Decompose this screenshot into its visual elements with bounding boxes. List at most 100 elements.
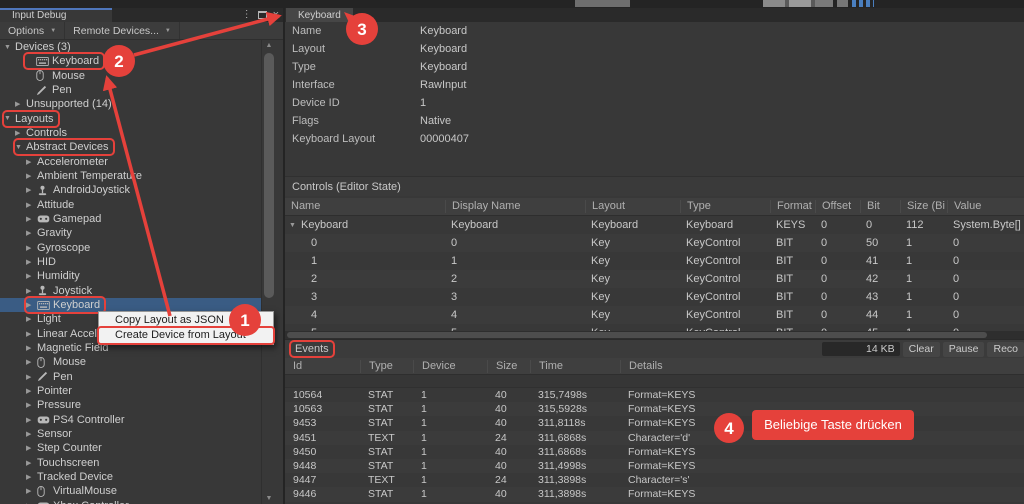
expander-closed-icon[interactable]: ▶ <box>26 444 37 452</box>
table-row[interactable]: 9447 TEXT 1 24 311,3898s Character='s' <box>285 473 1024 487</box>
tree-item-virtualmouse[interactable]: ▶ VirtualMouse <box>0 484 261 498</box>
table-row[interactable]: ▼ Keyboard Keyboard Keyboard Keyboard KEYS 0 0 1… <box>285 216 1024 234</box>
column-header-type[interactable]: Type <box>360 359 413 373</box>
maximize-icon[interactable] <box>257 11 267 19</box>
expander-open-icon[interactable]: ▼ <box>289 222 301 229</box>
expander-closed-icon[interactable]: ▶ <box>26 330 37 338</box>
tree-item-gravity[interactable]: ▶ Gravity <box>0 226 261 240</box>
table-row[interactable]: 9450 STAT 1 40 311,6868s Format=KEYS <box>285 445 1024 459</box>
tree-item-accelerometer[interactable]: ▶ Accelerometer <box>0 155 261 169</box>
expander-closed-icon[interactable]: ▶ <box>26 258 37 266</box>
scroll-up-icon[interactable]: ▲ <box>262 42 276 49</box>
tree-item-humidity[interactable]: ▶ Humidity <box>0 269 261 283</box>
column-header-details[interactable]: Details <box>620 359 1024 373</box>
tree-item-joystick[interactable]: ▶ Joystick <box>0 284 261 298</box>
tree-item-step-counter[interactable]: ▶ Step Counter <box>0 441 261 455</box>
column-header-type[interactable]: Type <box>680 200 770 213</box>
tree-item-hid[interactable]: ▶ HID <box>0 255 261 269</box>
pause-button[interactable]: Pause <box>942 341 985 357</box>
controls-hscrollbar[interactable] <box>285 331 1024 339</box>
expander-closed-icon[interactable]: ▶ <box>26 373 37 381</box>
tree-item-devices-3[interactable]: ▼ Devices (3) <box>0 40 261 54</box>
tree-item-ambient-temperature[interactable]: ▶ Ambient Temperature <box>0 169 261 183</box>
column-header-time[interactable]: Time <box>530 359 620 373</box>
table-row[interactable]: 2 2 Key KeyControl BIT 0 42 1 0 <box>285 270 1024 288</box>
tree-item-attitude[interactable]: ▶ Attitude <box>0 198 261 212</box>
tree-item-pen[interactable]: Pen <box>0 83 261 97</box>
tree-item-unsupported-14[interactable]: ▶ Unsupported (14) <box>0 97 261 111</box>
column-header-bit[interactable]: Bit <box>860 200 900 213</box>
menu-item-create-device-from-layout[interactable]: Create Device from Layout <box>99 328 273 343</box>
tree-scrollbar[interactable]: ▲ ▼ <box>261 40 276 504</box>
column-header-name[interactable]: Name <box>285 200 445 213</box>
expander-closed-icon[interactable]: ▶ <box>26 158 37 166</box>
tree-item-ps4-controller[interactable]: ▶ PS4 Controller <box>0 413 261 427</box>
expander-closed-icon[interactable]: ▶ <box>26 272 37 280</box>
table-row[interactable]: 10564 STAT 1 40 315,7498s Format=KEYS <box>285 388 1024 402</box>
record-button[interactable]: Reco <box>987 341 1024 357</box>
tree-item-tracked-device[interactable]: ▶ Tracked Device <box>0 470 261 484</box>
tree-item-gyroscope[interactable]: ▶ Gyroscope <box>0 241 261 255</box>
tree-item-keyboard[interactable]: Keyboard <box>0 54 261 68</box>
tree-item-layouts[interactable]: ▼ Layouts <box>0 112 261 126</box>
table-row[interactable]: 3 3 Key KeyControl BIT 0 43 1 0 <box>285 288 1024 306</box>
tree-item-xbox-controller[interactable]: ▶Xbox Controller <box>0 499 261 504</box>
tree-item-pen[interactable]: ▶ Pen <box>0 370 261 384</box>
kebab-menu-icon[interactable]: ⋮ <box>242 10 252 20</box>
tab-keyboard[interactable]: Keyboard <box>286 8 353 22</box>
expander-closed-icon[interactable]: ▶ <box>26 315 37 323</box>
expander-open-icon[interactable]: ▼ <box>4 115 15 122</box>
column-header-format[interactable]: Format <box>770 200 815 213</box>
table-row[interactable]: 4 4 Key KeyControl BIT 0 44 1 0 <box>285 306 1024 324</box>
tree-item-gamepad[interactable]: ▶ Gamepad <box>0 212 261 226</box>
column-header-layout[interactable]: Layout <box>585 200 680 213</box>
expander-closed-icon[interactable]: ▶ <box>26 487 37 495</box>
tree-item-androidjoystick[interactable]: ▶ AndroidJoystick <box>0 183 261 197</box>
expander-closed-icon[interactable]: ▶ <box>26 358 37 366</box>
column-header-value[interactable]: Value <box>947 200 1024 213</box>
tree-item-pointer[interactable]: ▶ Pointer <box>0 384 261 398</box>
remote-devices-dropdown[interactable]: Remote Devices... ▼ <box>65 22 180 39</box>
tree-item-controls[interactable]: ▶ Controls <box>0 126 261 140</box>
expander-open-icon[interactable]: ▼ <box>15 144 26 151</box>
expander-closed-icon[interactable]: ▶ <box>26 172 37 180</box>
expander-closed-icon[interactable]: ▶ <box>15 129 26 137</box>
expander-closed-icon[interactable]: ▶ <box>26 201 37 209</box>
expander-closed-icon[interactable]: ▶ <box>15 100 26 108</box>
expander-closed-icon[interactable]: ▶ <box>26 215 37 223</box>
expander-closed-icon[interactable]: ▶ <box>26 430 37 438</box>
expander-closed-icon[interactable]: ▶ <box>26 186 37 194</box>
options-dropdown[interactable]: Options ▼ <box>0 22 66 39</box>
tree-item-abstract-devices[interactable]: ▼ Abstract Devices <box>0 140 261 154</box>
menu-item-copy-layout-as-json[interactable]: Copy Layout as JSON <box>99 313 273 328</box>
table-row[interactable]: 1 1 Key KeyControl BIT 0 41 1 0 <box>285 252 1024 270</box>
expander-closed-icon[interactable]: ▶ <box>26 344 37 352</box>
tree-item-touchscreen[interactable]: ▶ Touchscreen <box>0 456 261 470</box>
tree-item-pressure[interactable]: ▶ Pressure <box>0 398 261 412</box>
column-header-size-bi[interactable]: Size (Bi <box>900 200 947 213</box>
expander-closed-icon[interactable]: ▶ <box>26 387 37 395</box>
column-header-device[interactable]: Device <box>413 359 487 373</box>
column-header-id[interactable]: Id <box>285 360 360 373</box>
column-header-offset[interactable]: Offset <box>815 200 860 213</box>
expander-closed-icon[interactable]: ▶ <box>26 416 37 424</box>
scrollbar-thumb[interactable] <box>264 53 274 298</box>
expander-closed-icon[interactable]: ▶ <box>26 301 37 309</box>
expander-closed-icon[interactable]: ▶ <box>26 229 37 237</box>
expander-closed-icon[interactable]: ▶ <box>26 401 37 409</box>
tree-item-mouse[interactable]: ▶ Mouse <box>0 355 261 369</box>
press-any-key-button[interactable]: Beliebige Taste drücken <box>752 410 914 440</box>
tab-input-debug[interactable]: Input Debug <box>0 8 112 22</box>
expander-closed-icon[interactable]: ▶ <box>26 473 37 481</box>
expander-closed-icon[interactable]: ▶ <box>26 287 37 295</box>
clear-button[interactable]: Clear <box>902 341 940 357</box>
table-row[interactable]: 9448 STAT 1 40 311,4998s Format=KEYS <box>285 458 1024 474</box>
expander-open-icon[interactable]: ▼ <box>4 44 15 51</box>
tree-item-sensor[interactable]: ▶ Sensor <box>0 427 261 441</box>
column-header-display-name[interactable]: Display Name <box>445 200 585 213</box>
close-icon[interactable]: × <box>273 9 279 21</box>
table-row[interactable]: 9446 STAT 1 40 311,3898s Format=KEYS <box>285 487 1024 502</box>
tree-item-mouse[interactable]: Mouse <box>0 69 261 83</box>
table-row[interactable]: 0 0 Key KeyControl BIT 0 50 1 0 <box>285 234 1024 252</box>
expander-closed-icon[interactable]: ▶ <box>26 244 37 252</box>
